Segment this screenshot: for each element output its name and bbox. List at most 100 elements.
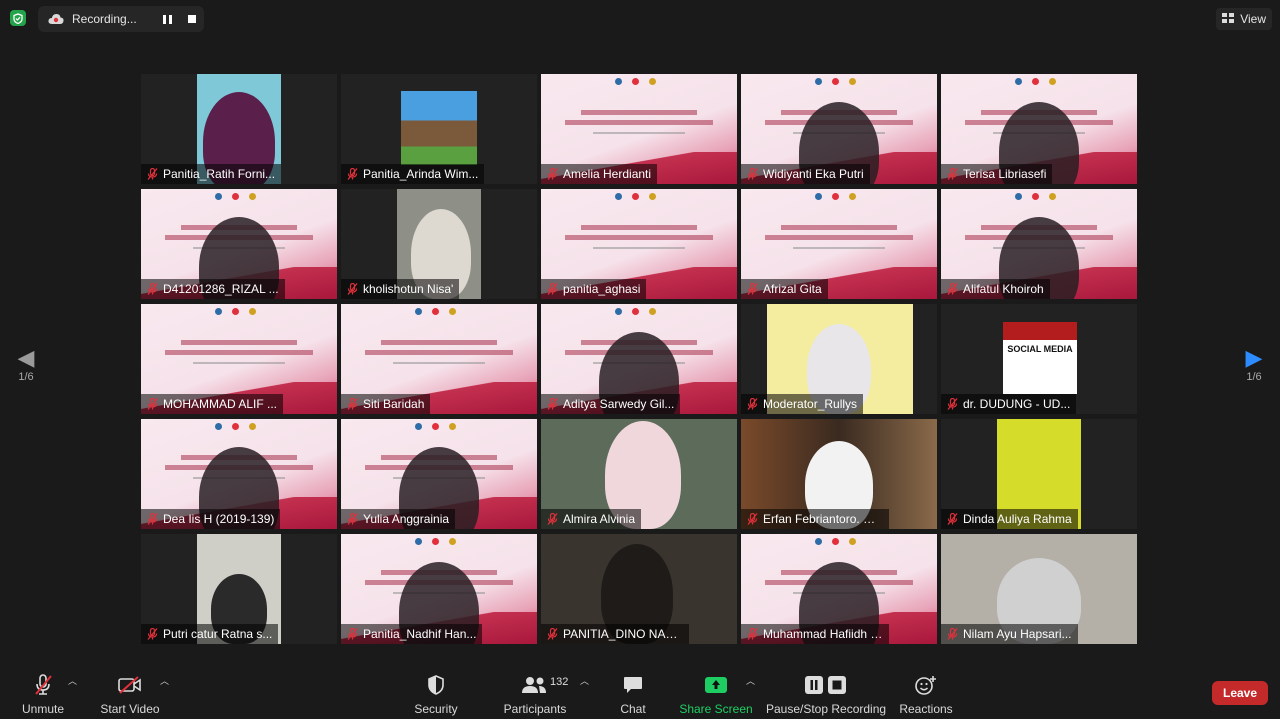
participant-name-tag: Almira Alvinia (541, 509, 642, 529)
video-options-chevron-icon[interactable]: ︿ (160, 674, 169, 687)
pause-recording-icon[interactable] (160, 12, 174, 26)
participant-tile[interactable]: PANITIA_DINO NAB... (541, 534, 737, 644)
participant-tile[interactable]: Aditya Sarwedy Gil... (541, 304, 737, 414)
participant-name: Terisa Libriasefi (963, 167, 1047, 181)
participant-name-tag: Terisa Libriasefi (941, 164, 1053, 184)
reactions-label: Reactions (899, 702, 953, 716)
participant-tile[interactable]: Erfan Febriantoro. S.K... (741, 419, 937, 529)
participant-name: dr. DUDUNG - UD... (963, 397, 1071, 411)
reactions-button[interactable]: Reactions (899, 670, 953, 716)
participant-name-tag: Afrizal Gita (741, 279, 828, 299)
microphone-muted-icon (945, 167, 959, 181)
microphone-muted-icon (745, 282, 759, 296)
unmute-button[interactable]: Unmute (20, 670, 66, 716)
participant-name: Panitia_Ratih Forni... (163, 167, 276, 181)
participant-tile[interactable]: D41201286_RIZAL ... (141, 189, 337, 299)
participant-tile[interactable]: Muhammad Hafiidh N... (741, 534, 937, 644)
view-button[interactable]: View (1216, 8, 1272, 30)
arrow-left-icon: ◀ (17, 345, 35, 370)
participant-tile[interactable]: SOCIAL MEDIA dr. DUDUNG - UD... (941, 304, 1137, 414)
microphone-muted-icon (545, 627, 559, 641)
participant-tile[interactable]: Siti Baridah (341, 304, 537, 414)
next-page-button[interactable]: ▶ 1/6 (1240, 345, 1268, 383)
participant-name-tag: Panitia_Nadhif Han... (341, 624, 483, 644)
audio-options-chevron-icon[interactable]: ︿ (68, 674, 77, 687)
participant-name: Siti Baridah (363, 397, 425, 411)
participant-tile[interactable]: Yulia Anggrainia (341, 419, 537, 529)
participant-name: Erfan Febriantoro. S.K... (763, 512, 883, 526)
page-indicator-left: 1/6 (18, 371, 34, 383)
participant-name: Panitia_Arinda Wim... (363, 167, 479, 181)
microphone-muted-icon (545, 512, 559, 526)
participant-name-tag: Putri catur Ratna s... (141, 624, 279, 644)
microphone-muted-icon (545, 282, 559, 296)
recording-control-label: Pause/Stop Recording (765, 702, 887, 716)
page-indicator-right: 1/6 (1246, 371, 1262, 383)
microphone-muted-icon (945, 397, 959, 411)
microphone-muted-icon (945, 282, 959, 296)
participant-name-tag: Yulia Anggrainia (341, 509, 456, 529)
participant-tile[interactable]: Nilam Ayu Hapsari... (941, 534, 1137, 644)
pause-stop-icon (804, 674, 848, 696)
microphone-muted-icon (545, 167, 559, 181)
participant-name: Nilam Ayu Hapsari... (963, 627, 1072, 641)
start-video-button[interactable]: Start Video (100, 670, 160, 716)
participant-name: Moderator_Rullys (763, 397, 858, 411)
participant-tile[interactable]: Widiyanti Eka Putri (741, 74, 937, 184)
participant-name: Dinda Auliya Rahma (963, 512, 1072, 526)
shield-icon (427, 674, 445, 696)
participant-name-tag: Panitia_Arinda Wim... (341, 164, 485, 184)
microphone-muted-icon (145, 397, 159, 411)
participant-name-tag: Dea Iis H (2019-139) (141, 509, 281, 529)
participant-tile[interactable]: Terisa Libriasefi (941, 74, 1137, 184)
participant-tile[interactable]: Afrizal Gita (741, 189, 937, 299)
participant-name: Alifatul Khoiroh (963, 282, 1044, 296)
video-off-icon (118, 674, 142, 696)
top-bar: Recording... View (0, 0, 1280, 40)
participant-name-tag: MOHAMMAD ALIF ... (141, 394, 284, 414)
participant-tile[interactable]: MOHAMMAD ALIF ... (141, 304, 337, 414)
pause-stop-recording-button[interactable]: Pause/Stop Recording (766, 670, 886, 716)
microphone-muted-icon (33, 674, 53, 696)
participant-name-tag: Amelia Herdianti (541, 164, 658, 184)
participant-name: panitia_aghasi (563, 282, 641, 296)
participant-tile[interactable]: Moderator_Rullys (741, 304, 937, 414)
microphone-muted-icon (745, 512, 759, 526)
participant-name: kholishotun Nisa' (363, 282, 454, 296)
stop-recording-icon[interactable] (188, 15, 196, 23)
shield-icon[interactable] (10, 10, 26, 26)
participant-tile[interactable]: Panitia_Ratih Forni... (141, 74, 337, 184)
participant-tile[interactable]: Amelia Herdianti (541, 74, 737, 184)
participants-options-chevron-icon[interactable]: ︿ (580, 674, 589, 687)
participant-tile[interactable]: kholishotun Nisa' (341, 189, 537, 299)
participant-tile[interactable]: Alifatul Khoiroh (941, 189, 1137, 299)
chat-bubble-icon (623, 674, 643, 696)
participant-tile[interactable]: panitia_aghasi (541, 189, 737, 299)
share-screen-icon (704, 674, 728, 696)
participant-name-tag: panitia_aghasi (541, 279, 647, 299)
participant-tile[interactable]: Dinda Auliya Rahma (941, 419, 1137, 529)
participant-name-tag: kholishotun Nisa' (341, 279, 460, 299)
microphone-muted-icon (945, 512, 959, 526)
participant-tile[interactable]: Putri catur Ratna s... (141, 534, 337, 644)
participant-name-tag: dr. DUDUNG - UD... (941, 394, 1077, 414)
microphone-muted-icon (745, 627, 759, 641)
security-button[interactable]: Security (412, 670, 460, 716)
participant-name-tag: PANITIA_DINO NAB... (541, 624, 689, 644)
microphone-muted-icon (145, 167, 159, 181)
social-media-label: SOCIAL MEDIA (1007, 344, 1073, 354)
share-options-chevron-icon[interactable]: ︿ (746, 674, 755, 687)
share-screen-button[interactable]: Share Screen (679, 670, 753, 716)
participant-name-tag: Moderator_Rullys (741, 394, 864, 414)
recording-label: Recording... (72, 12, 137, 26)
participant-tile[interactable]: Panitia_Nadhif Han... (341, 534, 537, 644)
previous-page-button[interactable]: ◀ 1/6 (12, 345, 40, 383)
leave-button[interactable]: Leave (1212, 681, 1268, 705)
participant-name-tag: Muhammad Hafiidh N... (741, 624, 889, 644)
chat-button[interactable]: Chat (614, 670, 652, 716)
microphone-muted-icon (945, 627, 959, 641)
participant-tile[interactable]: Dea Iis H (2019-139) (141, 419, 337, 529)
participant-tile[interactable]: Panitia_Arinda Wim... (341, 74, 537, 184)
participant-tile[interactable]: Almira Alvinia (541, 419, 737, 529)
microphone-muted-icon (345, 167, 359, 181)
